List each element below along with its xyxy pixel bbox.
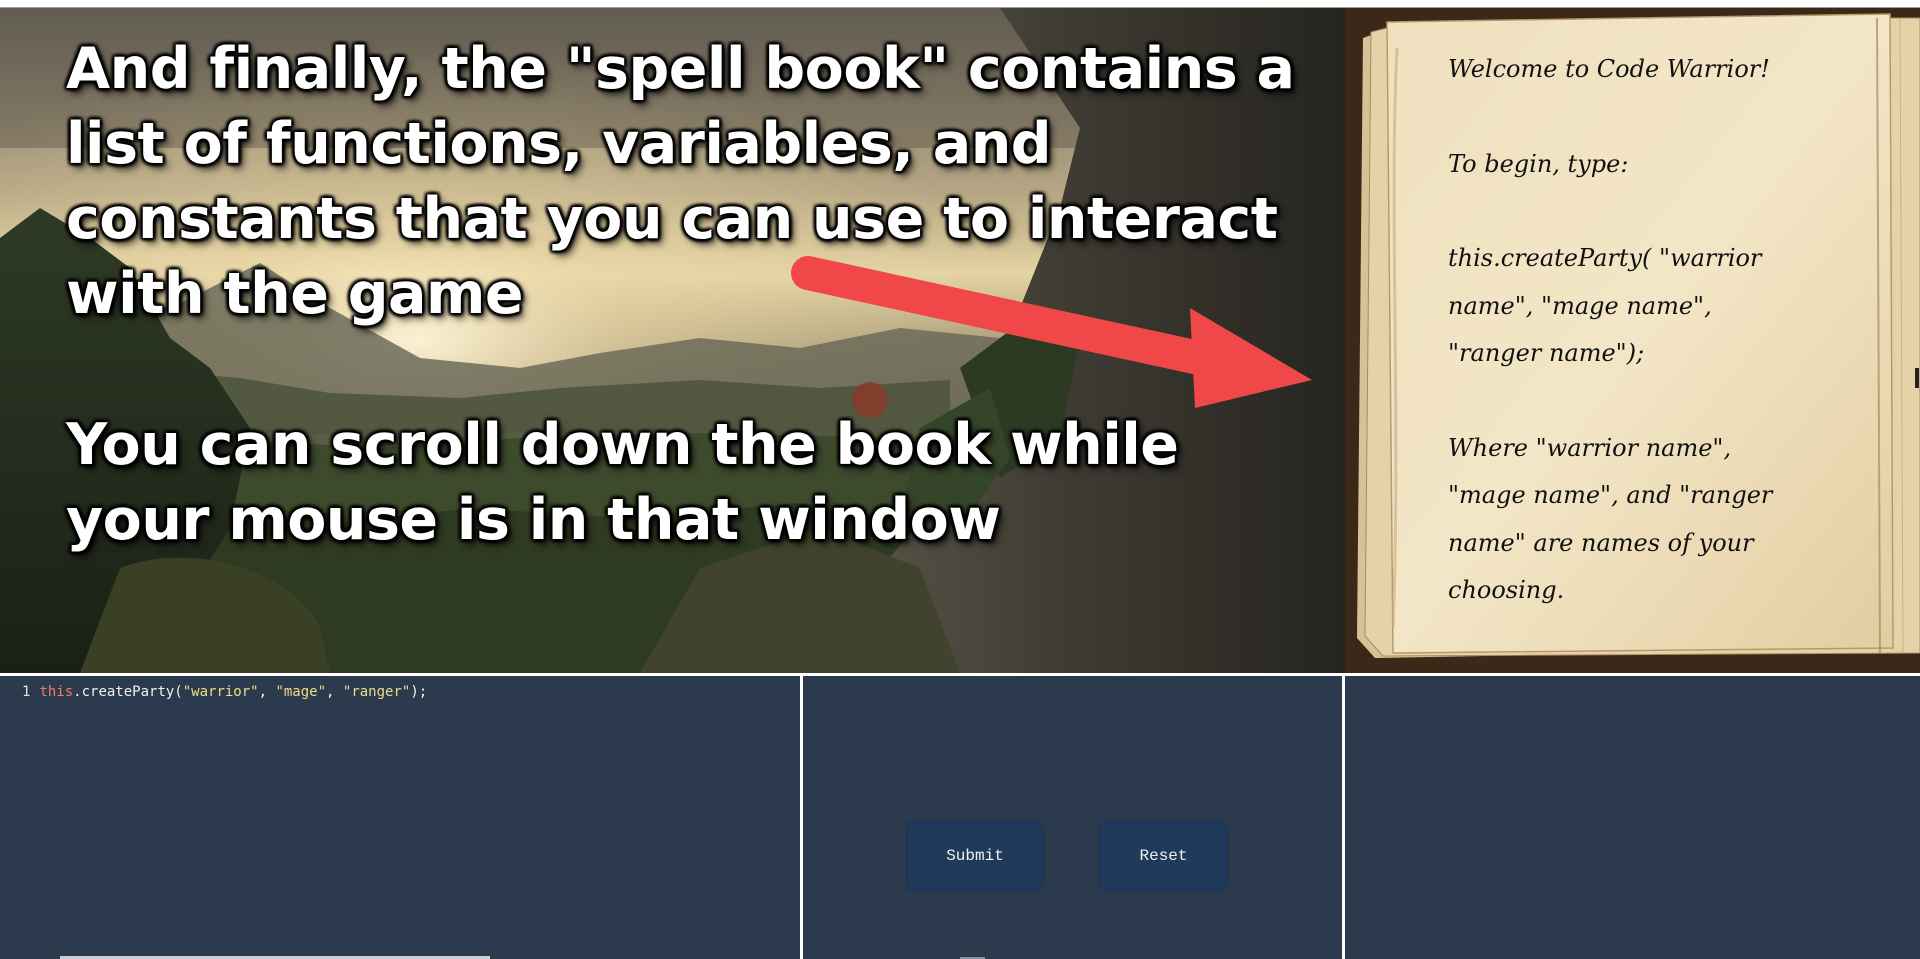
book-explanation: Where "warrior name", "mage name", and "… (1448, 433, 1773, 605)
code-call: .createParty( (73, 684, 183, 700)
spell-book-content: Welcome to Code Warrior! To begin, type:… (1448, 46, 1793, 615)
submit-button[interactable]: Submit (906, 820, 1044, 892)
code-keyword: this (39, 684, 74, 700)
code-separator: , (258, 684, 276, 700)
code-arg-warrior: "warrior" (182, 684, 259, 700)
window-top-border (0, 0, 1920, 8)
code-line-1[interactable]: 1 this.createParty("warrior", "mage", "ra… (22, 682, 427, 702)
book-welcome: Welcome to Code Warrior! (1448, 55, 1770, 83)
spell-book-panel[interactable]: Welcome to Code Warrior! To begin, type:… (1345, 8, 1920, 673)
code-end: ); (410, 684, 428, 700)
game-window: And finally, the "spell book" contains a… (0, 0, 1920, 959)
code-separator: , (326, 684, 343, 700)
book-instruction: To begin, type: (1448, 149, 1629, 178)
code-arg-ranger: "ranger" (342, 684, 411, 700)
tutorial-paragraph-1: And finally, the "spell book" contains a… (66, 36, 1295, 327)
reset-button[interactable]: Reset (1099, 820, 1228, 892)
game-scene: And finally, the "spell book" contains a… (0, 8, 1345, 673)
book-code-example: this.createParty( "warrior name", "mage … (1448, 244, 1762, 367)
tutorial-paragraph-2: You can scroll down the book while your … (66, 412, 1179, 553)
output-panel[interactable] (1345, 676, 1920, 959)
code-arg-mage: "mage" (275, 684, 327, 700)
controls-panel: Submit Reset (803, 676, 1342, 959)
line-number: 1 (22, 684, 31, 700)
code-editor[interactable]: 1 this.createParty("warrior", "mage", "ra… (0, 676, 800, 959)
